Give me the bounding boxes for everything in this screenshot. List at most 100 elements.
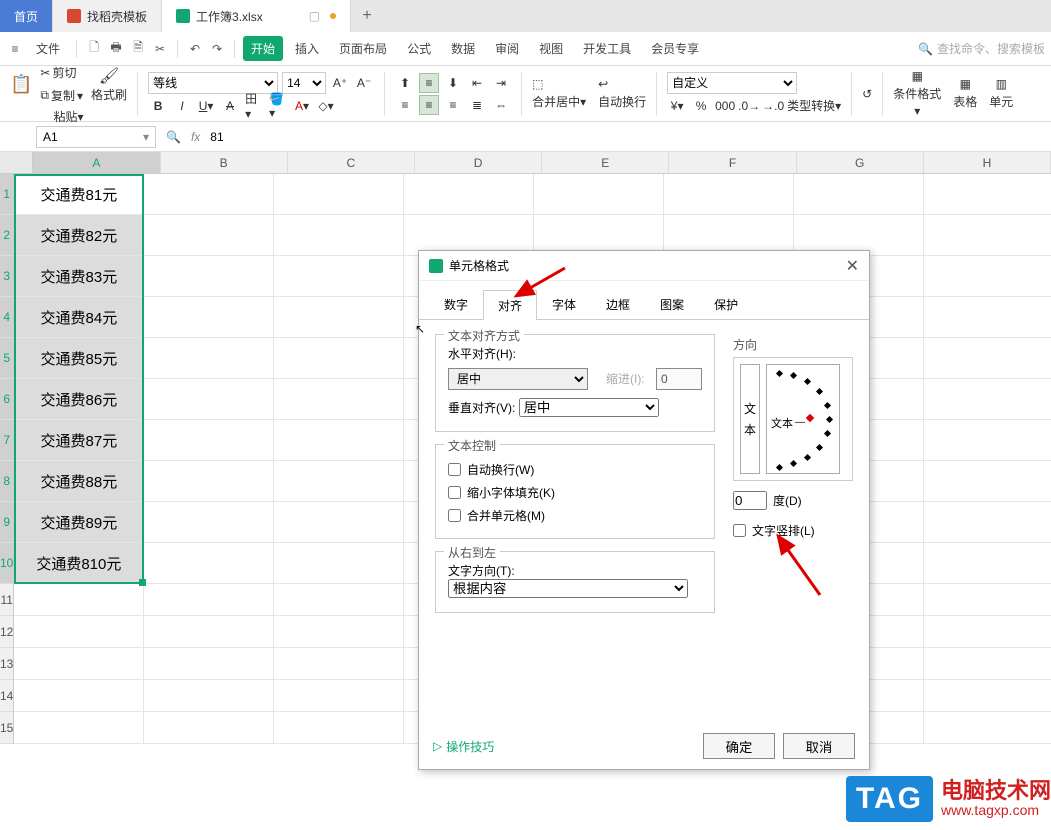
cell-style-icon[interactable]: ▥ — [996, 77, 1007, 91]
paste-label[interactable]: 粘贴 — [54, 110, 78, 124]
tab-border[interactable]: 边框 — [591, 289, 645, 319]
justify-button[interactable]: ≣ — [467, 95, 487, 115]
number-format-select[interactable]: 自定义 — [667, 72, 797, 94]
cell[interactable]: 交通费85元 — [14, 338, 144, 379]
fx-icon[interactable]: fx — [191, 130, 200, 144]
zoom-icon[interactable]: 🔍 — [166, 130, 181, 144]
type-convert-button[interactable]: 类型转换▾ — [787, 97, 841, 114]
menu-view[interactable]: 视图 — [531, 36, 571, 61]
menu-member[interactable]: 会员专享 — [643, 36, 707, 61]
row-header[interactable]: 8 — [0, 461, 14, 502]
col-header-B[interactable]: B — [161, 152, 288, 173]
tab-font[interactable]: 字体 — [537, 289, 591, 319]
cell-style-button[interactable]: 单元 — [989, 93, 1013, 110]
indent-dec-button[interactable]: ⇤ — [467, 73, 487, 93]
align-right-button[interactable]: ≡ — [443, 95, 463, 115]
v-align-select[interactable]: 居中 — [519, 398, 659, 417]
row-header[interactable]: 10 — [0, 543, 14, 584]
ok-button[interactable]: 确定 — [703, 733, 775, 759]
row-header[interactable]: 9 — [0, 502, 14, 543]
wrap-icon[interactable]: ↩ — [598, 77, 608, 91]
textdir-select[interactable]: 根据内容 — [448, 579, 688, 598]
select-all-corner[interactable] — [0, 152, 33, 173]
align-top-button[interactable]: ⬆ — [395, 73, 415, 93]
col-header-H[interactable]: H — [924, 152, 1051, 173]
dec-inc-button[interactable]: .0→ — [739, 96, 759, 116]
col-header-F[interactable]: F — [669, 152, 796, 173]
cell[interactable]: 交通费810元 — [14, 543, 144, 584]
row-header[interactable]: 2 — [0, 215, 14, 256]
tab-pattern[interactable]: 图案 — [645, 289, 699, 319]
row-header[interactable]: 5 — [0, 338, 14, 379]
cut-button[interactable]: ✂剪切 — [36, 62, 87, 83]
format-painter-icon[interactable]: 🖌 — [99, 66, 119, 86]
wrap-button[interactable]: 自动换行 — [598, 95, 646, 109]
menu-start[interactable]: 开始 — [243, 36, 283, 61]
hamburger-icon[interactable]: ≡ — [6, 40, 24, 58]
orientation-dial[interactable]: 文本 — — [766, 364, 840, 474]
copy-button[interactable]: ⧉复制▾ — [36, 85, 87, 106]
tab-template[interactable]: 找稻壳模板 — [53, 0, 162, 32]
merge-button[interactable]: 合并居中 — [532, 95, 580, 109]
cell[interactable]: 交通费81元 — [14, 174, 144, 215]
percent-button[interactable]: % — [691, 96, 711, 116]
indent-inc-button[interactable]: ⇥ — [491, 73, 511, 93]
close-icon[interactable]: ✕ — [846, 256, 859, 276]
vertical-text-checkbox[interactable] — [733, 524, 746, 537]
align-center-button[interactable]: ≡ — [419, 95, 439, 115]
cell[interactable]: 交通费89元 — [14, 502, 144, 543]
menu-layout[interactable]: 页面布局 — [331, 36, 395, 61]
cell[interactable]: 交通费88元 — [14, 461, 144, 502]
cond-format-icon[interactable]: ▦ — [912, 69, 923, 83]
cell[interactable]: 交通费82元 — [14, 215, 144, 256]
comma-button[interactable]: 000 — [715, 96, 735, 116]
bold-button[interactable]: B — [148, 96, 168, 116]
row-header[interactable]: 3 — [0, 256, 14, 297]
dialog-titlebar[interactable]: 单元格格式 ✕ — [419, 251, 869, 281]
row-header[interactable]: 12 — [0, 616, 14, 648]
name-box[interactable]: A1▾ — [36, 126, 156, 148]
underline-button[interactable]: U▾ — [196, 96, 216, 116]
rotate-icon[interactable]: ↺ — [862, 87, 872, 101]
font-color-button[interactable]: A▾ — [292, 96, 312, 116]
grow-font-button[interactable]: A⁺ — [330, 73, 350, 93]
save-icon[interactable]: 🗋 — [85, 40, 103, 58]
menu-insert[interactable]: 插入 — [287, 36, 327, 61]
col-header-C[interactable]: C — [288, 152, 415, 173]
cell[interactable]: 交通费87元 — [14, 420, 144, 461]
row-header[interactable]: 7 — [0, 420, 14, 461]
border-button[interactable]: 田▾ — [244, 96, 264, 116]
menu-data[interactable]: 数据 — [443, 36, 483, 61]
redo-icon[interactable]: ↷ — [208, 40, 226, 58]
h-align-select[interactable]: 居中 — [448, 368, 588, 390]
table-style-button[interactable]: 表格 — [953, 93, 977, 110]
col-header-G[interactable]: G — [797, 152, 924, 173]
menu-review[interactable]: 审阅 — [487, 36, 527, 61]
align-bottom-button[interactable]: ⬇ — [443, 73, 463, 93]
format-painter-label[interactable]: 格式刷 — [91, 86, 127, 103]
paste-icon[interactable]: 📋 — [10, 74, 32, 95]
dec-dec-button[interactable]: →.0 — [763, 96, 783, 116]
vertical-text-preview[interactable]: 文本 — [740, 364, 760, 474]
cancel-button[interactable]: 取消 — [783, 733, 855, 759]
print-icon[interactable]: 🖶 — [107, 40, 125, 58]
undo-icon[interactable]: ↶ — [186, 40, 204, 58]
tab-workbook[interactable]: 工作簿3.xlsx▢ — [162, 0, 351, 32]
align-left-button[interactable]: ≡ — [395, 95, 415, 115]
cell[interactable]: 交通费86元 — [14, 379, 144, 420]
col-header-D[interactable]: D — [415, 152, 542, 173]
command-search[interactable]: 🔍查找命令、搜索模板 — [918, 40, 1045, 57]
new-tab-button[interactable]: + — [351, 0, 383, 32]
shrink-font-button[interactable]: A⁻ — [354, 73, 374, 93]
cell[interactable]: 交通费83元 — [14, 256, 144, 297]
tab-align[interactable]: 对齐 — [483, 290, 537, 320]
currency-button[interactable]: ¥▾ — [667, 96, 687, 116]
preview-icon[interactable]: 🗎 — [129, 40, 147, 58]
highlight-button[interactable]: ◇▾ — [316, 96, 336, 116]
window-preview-icon[interactable]: ▢ — [309, 9, 320, 23]
cut-icon[interactable]: ✂ — [151, 40, 169, 58]
distribute-button[interactable]: ⇔ — [491, 95, 511, 115]
col-header-E[interactable]: E — [542, 152, 669, 173]
strike-button[interactable]: A — [220, 96, 240, 116]
row-header[interactable]: 13 — [0, 648, 14, 680]
